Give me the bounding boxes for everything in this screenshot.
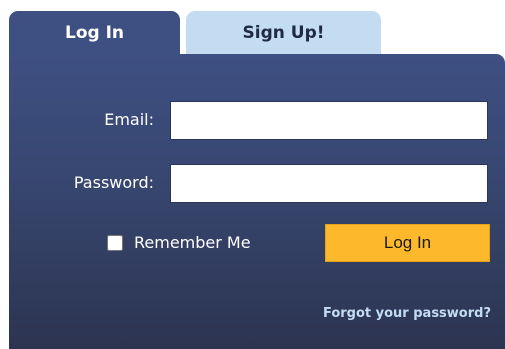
login-button[interactable]: Log In: [325, 224, 490, 262]
tab-signup[interactable]: Sign Up!: [186, 11, 381, 54]
password-field[interactable]: [170, 164, 488, 203]
email-label: Email:: [104, 110, 154, 129]
remember-me-checkbox[interactable]: [107, 235, 123, 251]
login-widget: Log In Sign Up! Email: Password: Remembe…: [0, 0, 505, 349]
password-label: Password:: [73, 173, 154, 192]
tab-login[interactable]: Log In: [9, 11, 180, 55]
remember-me-label[interactable]: Remember Me: [134, 233, 251, 252]
email-field[interactable]: [170, 101, 488, 140]
forgot-password-link[interactable]: Forgot your password?: [323, 306, 491, 321]
